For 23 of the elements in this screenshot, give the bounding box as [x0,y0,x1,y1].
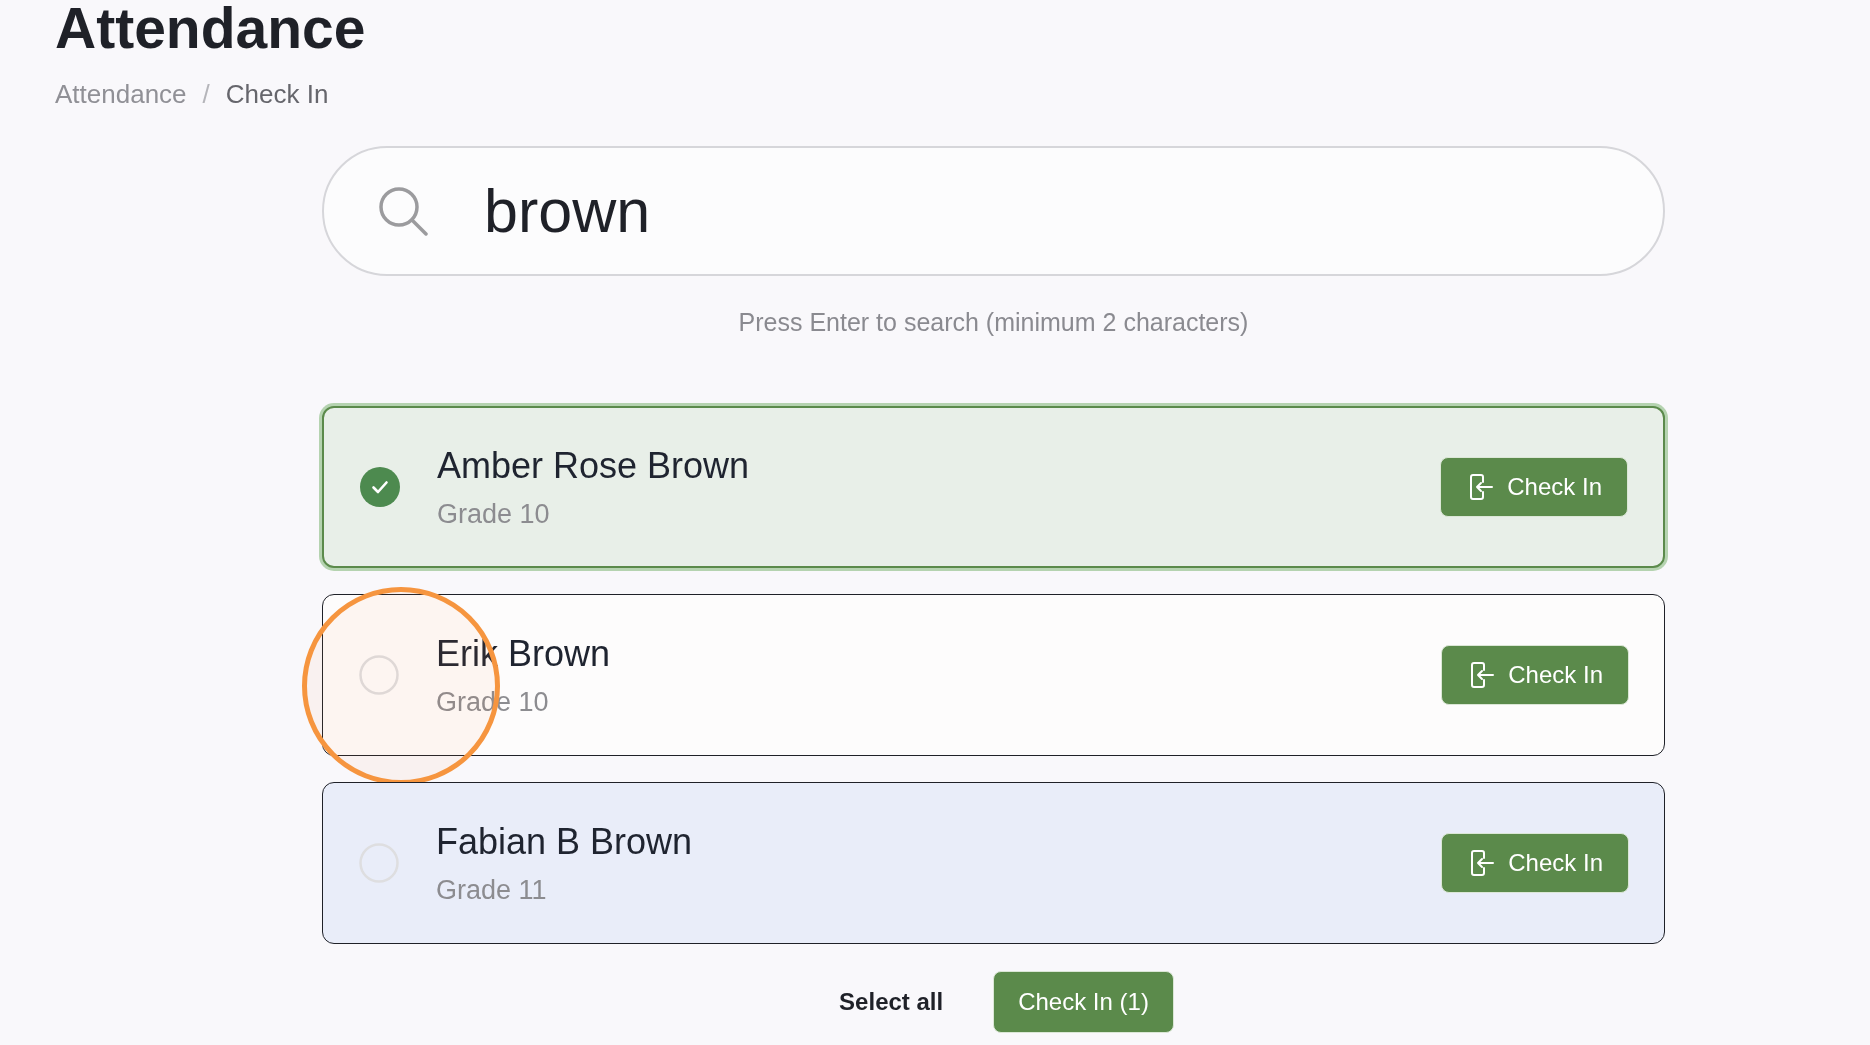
page-title: Attendance [55,0,366,57]
student-card[interactable]: Amber Rose Brown Grade 10 Check In [322,406,1665,568]
check-in-button[interactable]: Check In [1440,457,1628,517]
student-grade: Grade 11 [436,873,547,907]
check-in-selected-button[interactable]: Check In (1) [993,971,1174,1033]
breadcrumb-current: Check In [225,78,329,110]
student-grade: Grade 10 [437,497,550,531]
student-name: Fabian B Brown [436,819,693,864]
search-icon [378,186,428,236]
check-in-button[interactable]: Check In [1441,833,1629,893]
empty-circle-icon[interactable] [359,655,399,695]
empty-circle-icon[interactable] [359,843,399,883]
search-field[interactable]: brown [322,146,1665,276]
breadcrumb-separator: / [202,78,210,110]
check-in-button[interactable]: Check In [1441,645,1629,705]
search-hint: Press Enter to search (minimum 2 characters) [738,307,1249,338]
door-arrow-icon [1470,661,1495,689]
student-card[interactable]: Fabian B Brown Grade 11 Check In [322,782,1665,944]
student-name: Amber Rose Brown [437,443,750,488]
door-arrow-icon [1469,473,1494,501]
checked-circle-icon[interactable] [360,467,400,507]
select-all-button[interactable]: Select all [839,984,944,1020]
door-arrow-icon [1470,849,1495,877]
